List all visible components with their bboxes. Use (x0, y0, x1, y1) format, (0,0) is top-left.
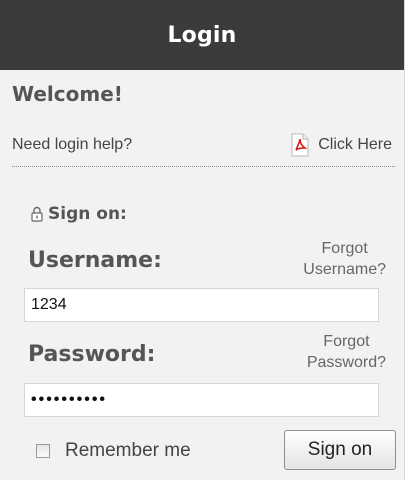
sign-on-button[interactable]: Sign on (284, 430, 396, 470)
panel-header: Login (0, 0, 404, 70)
remember-me-checkbox[interactable] (36, 444, 50, 458)
pdf-icon (291, 133, 309, 157)
login-help-text: Need login help? (12, 136, 133, 153)
login-help-row: Need login help? Click Here (12, 133, 392, 157)
welcome-heading: Welcome! (12, 82, 123, 106)
username-label: Username: (28, 248, 162, 273)
lock-icon (31, 206, 43, 222)
panel-title: Login (167, 22, 237, 48)
password-input[interactable]: •••••••••• (24, 383, 379, 417)
click-here-link[interactable]: Click Here (290, 133, 392, 157)
forgot-username-line2: Username? (303, 261, 386, 278)
password-label: Password: (28, 342, 156, 367)
remember-me-label: Remember me (65, 440, 191, 461)
forgot-username-link[interactable]: Forgot Username? (303, 238, 386, 280)
forgot-password-line1: Forgot (323, 333, 370, 350)
username-input[interactable]: 1234 (24, 288, 379, 322)
sign-on-heading: Sign on: (31, 204, 127, 224)
section-divider (12, 166, 395, 167)
remember-me-row: Remember me (36, 440, 191, 462)
login-panel: Login Welcome! Need login help? Click He… (0, 0, 405, 480)
forgot-password-link[interactable]: Forgot Password? (307, 331, 386, 373)
sign-on-label: Sign on: (48, 204, 127, 224)
forgot-password-line2: Password? (306, 354, 386, 371)
click-here-label: Click Here (318, 136, 392, 153)
forgot-username-line1: Forgot (321, 240, 368, 257)
